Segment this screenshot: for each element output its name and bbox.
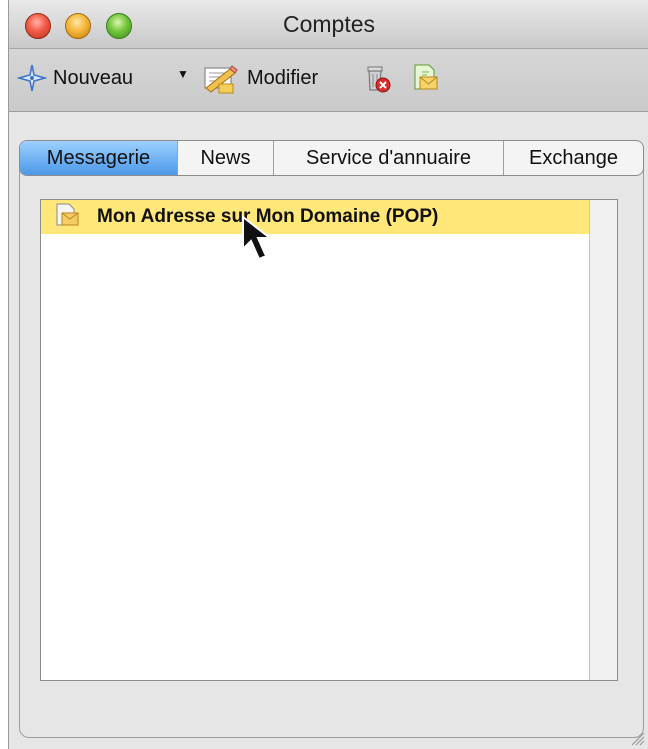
green-envelope-icon <box>407 61 441 95</box>
trash-delete-icon <box>359 61 393 95</box>
edit-pencil-icon <box>201 61 241 95</box>
accounts-panel: Mon Adresse sur Mon Domaine (POP) <box>19 158 644 738</box>
tab-messagerie[interactable]: Messagerie <box>20 141 178 175</box>
edit-account-label: Modifier <box>247 66 319 89</box>
resize-grip-icon[interactable] <box>628 729 646 747</box>
new-account-button[interactable]: Nouveau <box>17 61 133 95</box>
edit-account-button[interactable]: Modifier <box>201 61 318 95</box>
mail-account-icon <box>53 200 83 235</box>
toolbar: Nouveau ▼ Modifier <box>9 49 648 112</box>
delete-account-button[interactable] <box>359 61 393 95</box>
new-account-menu-arrow[interactable]: ▼ <box>177 67 189 81</box>
mouse-pointer-icon <box>242 215 273 261</box>
title-bar[interactable]: Comptes <box>9 0 648 49</box>
accounts-list[interactable]: Mon Adresse sur Mon Domaine (POP) <box>40 199 618 681</box>
tab-service-annuaire[interactable]: Service d'annuaire <box>274 141 504 175</box>
account-type-tabs: Messagerie News Service d'annuaire Excha… <box>19 140 644 176</box>
account-row[interactable]: Mon Adresse sur Mon Domaine (POP) <box>41 200 591 234</box>
accounts-window: Comptes Nouveau ▼ Modifier Mon Adresse s… <box>8 0 648 749</box>
tab-news[interactable]: News <box>178 141 274 175</box>
default-account-button[interactable] <box>407 61 441 95</box>
tab-exchange[interactable]: Exchange <box>504 141 643 175</box>
new-account-label: Nouveau <box>53 66 134 89</box>
vertical-scrollbar[interactable] <box>589 200 617 680</box>
window-title: Comptes <box>282 11 376 37</box>
new-star-icon <box>17 63 47 93</box>
